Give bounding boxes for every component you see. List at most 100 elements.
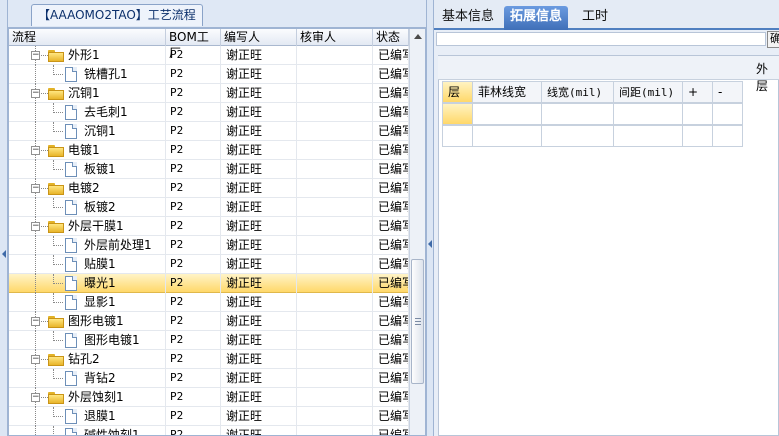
tree-step-row[interactable]: 板镀2 P2谢正旺 已编写 bbox=[9, 198, 409, 217]
writer-cell[interactable]: 谢正旺 bbox=[221, 46, 297, 65]
tree-step-row[interactable]: 显影1 P2谢正旺 已编写 bbox=[9, 293, 409, 312]
status-cell[interactable]: 已编写 bbox=[373, 198, 409, 217]
bom-cell[interactable]: P2 bbox=[166, 46, 221, 65]
tab-basic-info[interactable]: 基本信息 bbox=[436, 6, 500, 30]
cell-add[interactable] bbox=[683, 125, 713, 147]
scroll-thumb[interactable] bbox=[411, 259, 424, 384]
writer-cell[interactable]: 谢正旺 bbox=[221, 312, 297, 331]
bom-cell[interactable]: P2 bbox=[166, 426, 221, 435]
flow-cell[interactable]: 图形电镀1 bbox=[9, 331, 166, 350]
status-cell[interactable]: 已编写 bbox=[373, 103, 409, 122]
tree-step-row[interactable]: 板镀1 P2谢正旺 已编写 bbox=[9, 160, 409, 179]
bom-cell[interactable]: P2 bbox=[166, 65, 221, 84]
bom-cell[interactable]: P2 bbox=[166, 331, 221, 350]
reviewer-cell[interactable] bbox=[297, 141, 373, 160]
writer-cell[interactable]: 谢正旺 bbox=[221, 103, 297, 122]
bom-cell[interactable]: P2 bbox=[166, 293, 221, 312]
reviewer-cell[interactable] bbox=[297, 160, 373, 179]
tree-expander-icon[interactable]: − bbox=[31, 51, 40, 60]
writer-cell[interactable]: 谢正旺 bbox=[221, 293, 297, 312]
tree-step-row[interactable]: 铣槽孔1 P2谢正旺 已编写 bbox=[9, 65, 409, 84]
left-collapse-strip[interactable] bbox=[0, 0, 8, 436]
reviewer-cell[interactable] bbox=[297, 217, 373, 236]
reviewer-cell[interactable] bbox=[297, 179, 373, 198]
tree-expander-icon[interactable]: − bbox=[31, 317, 40, 326]
bom-cell[interactable]: P2 bbox=[166, 217, 221, 236]
header-remove[interactable]: - bbox=[713, 81, 743, 103]
status-cell[interactable]: 已编写 bbox=[373, 312, 409, 331]
reviewer-cell[interactable] bbox=[297, 46, 373, 65]
bom-cell[interactable]: P2 bbox=[166, 84, 221, 103]
reviewer-cell[interactable] bbox=[297, 198, 373, 217]
status-cell[interactable]: 已编写 bbox=[373, 369, 409, 388]
bom-cell[interactable]: P2 bbox=[166, 312, 221, 331]
scroll-up-icon[interactable] bbox=[414, 34, 422, 39]
tree-step-row[interactable]: 退膜1 P2谢正旺 已编写 bbox=[9, 407, 409, 426]
status-cell[interactable]: 已编写 bbox=[373, 217, 409, 236]
reviewer-cell[interactable] bbox=[297, 274, 373, 293]
writer-cell[interactable]: 谢正旺 bbox=[221, 350, 297, 369]
cell-film-width[interactable] bbox=[473, 103, 542, 125]
tab-extended-info[interactable]: 拓展信息 bbox=[504, 6, 569, 30]
cell-add[interactable] bbox=[683, 103, 713, 125]
column-header-flow[interactable]: 流程 bbox=[9, 29, 166, 46]
flow-cell[interactable]: 板镀1 bbox=[9, 160, 166, 179]
flow-cell[interactable]: 外层前处理1 bbox=[9, 236, 166, 255]
column-header-status[interactable]: 状态 bbox=[373, 29, 409, 46]
bom-cell[interactable]: P2 bbox=[166, 198, 221, 217]
status-cell[interactable]: 已编写 bbox=[373, 331, 409, 350]
bom-cell[interactable]: P2 bbox=[166, 103, 221, 122]
column-header-reviewer[interactable]: 核审人 bbox=[297, 29, 373, 46]
panel-splitter[interactable] bbox=[426, 0, 434, 436]
status-cell[interactable]: 已编写 bbox=[373, 236, 409, 255]
bom-cell[interactable]: P2 bbox=[166, 407, 221, 426]
writer-cell[interactable]: 谢正旺 bbox=[221, 122, 297, 141]
collapse-left-icon[interactable] bbox=[2, 250, 6, 258]
reviewer-cell[interactable] bbox=[297, 369, 373, 388]
reviewer-cell[interactable] bbox=[297, 426, 373, 435]
vertical-scrollbar[interactable] bbox=[409, 29, 425, 435]
tab-work-hours[interactable]: 工时 bbox=[576, 6, 614, 30]
status-cell[interactable]: 已编写 bbox=[373, 426, 409, 435]
writer-cell[interactable]: 谢正旺 bbox=[221, 65, 297, 84]
bom-cell[interactable]: P2 bbox=[166, 369, 221, 388]
status-cell[interactable]: 已编写 bbox=[373, 141, 409, 160]
flow-cell[interactable]: − 电镀2 bbox=[9, 179, 166, 198]
header-add[interactable]: + bbox=[683, 81, 713, 103]
tree-group-row[interactable]: − 外形1 P2谢正旺 已编写 bbox=[9, 46, 409, 65]
tree-expander-icon[interactable]: − bbox=[31, 146, 40, 155]
writer-cell[interactable]: 谢正旺 bbox=[221, 426, 297, 435]
tree-expander-icon[interactable]: − bbox=[31, 89, 40, 98]
tree-group-row[interactable]: − 图形电镀1 P2谢正旺 已编写 bbox=[9, 312, 409, 331]
tree-group-row[interactable]: − 沉铜1 P2谢正旺 已编写 bbox=[9, 84, 409, 103]
bom-cell[interactable]: P2 bbox=[166, 274, 221, 293]
reviewer-cell[interactable] bbox=[297, 331, 373, 350]
cell-line-width[interactable] bbox=[542, 103, 614, 125]
tree-expander-icon[interactable]: − bbox=[31, 222, 40, 231]
header-layer[interactable]: 层 bbox=[442, 81, 473, 103]
flow-cell[interactable]: 板镀2 bbox=[9, 198, 166, 217]
reviewer-cell[interactable] bbox=[297, 388, 373, 407]
tree-expander-icon[interactable]: − bbox=[31, 393, 40, 402]
column-header-writer[interactable]: 编写人 bbox=[221, 29, 297, 46]
reviewer-cell[interactable] bbox=[297, 293, 373, 312]
writer-cell[interactable]: 谢正旺 bbox=[221, 217, 297, 236]
writer-cell[interactable]: 谢正旺 bbox=[221, 84, 297, 103]
flow-cell[interactable]: 曝光1 bbox=[9, 274, 166, 293]
writer-cell[interactable]: 谢正旺 bbox=[221, 198, 297, 217]
flow-cell[interactable]: 去毛刺1 bbox=[9, 103, 166, 122]
writer-cell[interactable]: 谢正旺 bbox=[221, 369, 297, 388]
bom-cell[interactable]: P2 bbox=[166, 350, 221, 369]
bom-cell[interactable]: P2 bbox=[166, 179, 221, 198]
writer-cell[interactable]: 谢正旺 bbox=[221, 179, 297, 198]
bom-cell[interactable]: P2 bbox=[166, 236, 221, 255]
cell-layer[interactable] bbox=[442, 103, 473, 125]
tree-step-row[interactable]: 外层前处理1 P2谢正旺 已编写 bbox=[9, 236, 409, 255]
status-cell[interactable]: 已编写 bbox=[373, 274, 409, 293]
tree-group-row[interactable]: − 外层蚀刻1 P2谢正旺 已编写 bbox=[9, 388, 409, 407]
writer-cell[interactable]: 谢正旺 bbox=[221, 388, 297, 407]
writer-cell[interactable]: 谢正旺 bbox=[221, 141, 297, 160]
tree-group-row[interactable]: − 外层干膜1 P2谢正旺 已编写 bbox=[9, 217, 409, 236]
tree-group-row[interactable]: − 电镀2 P2谢正旺 已编写 bbox=[9, 179, 409, 198]
flow-cell[interactable]: 碱性蚀刻1 bbox=[9, 426, 166, 435]
